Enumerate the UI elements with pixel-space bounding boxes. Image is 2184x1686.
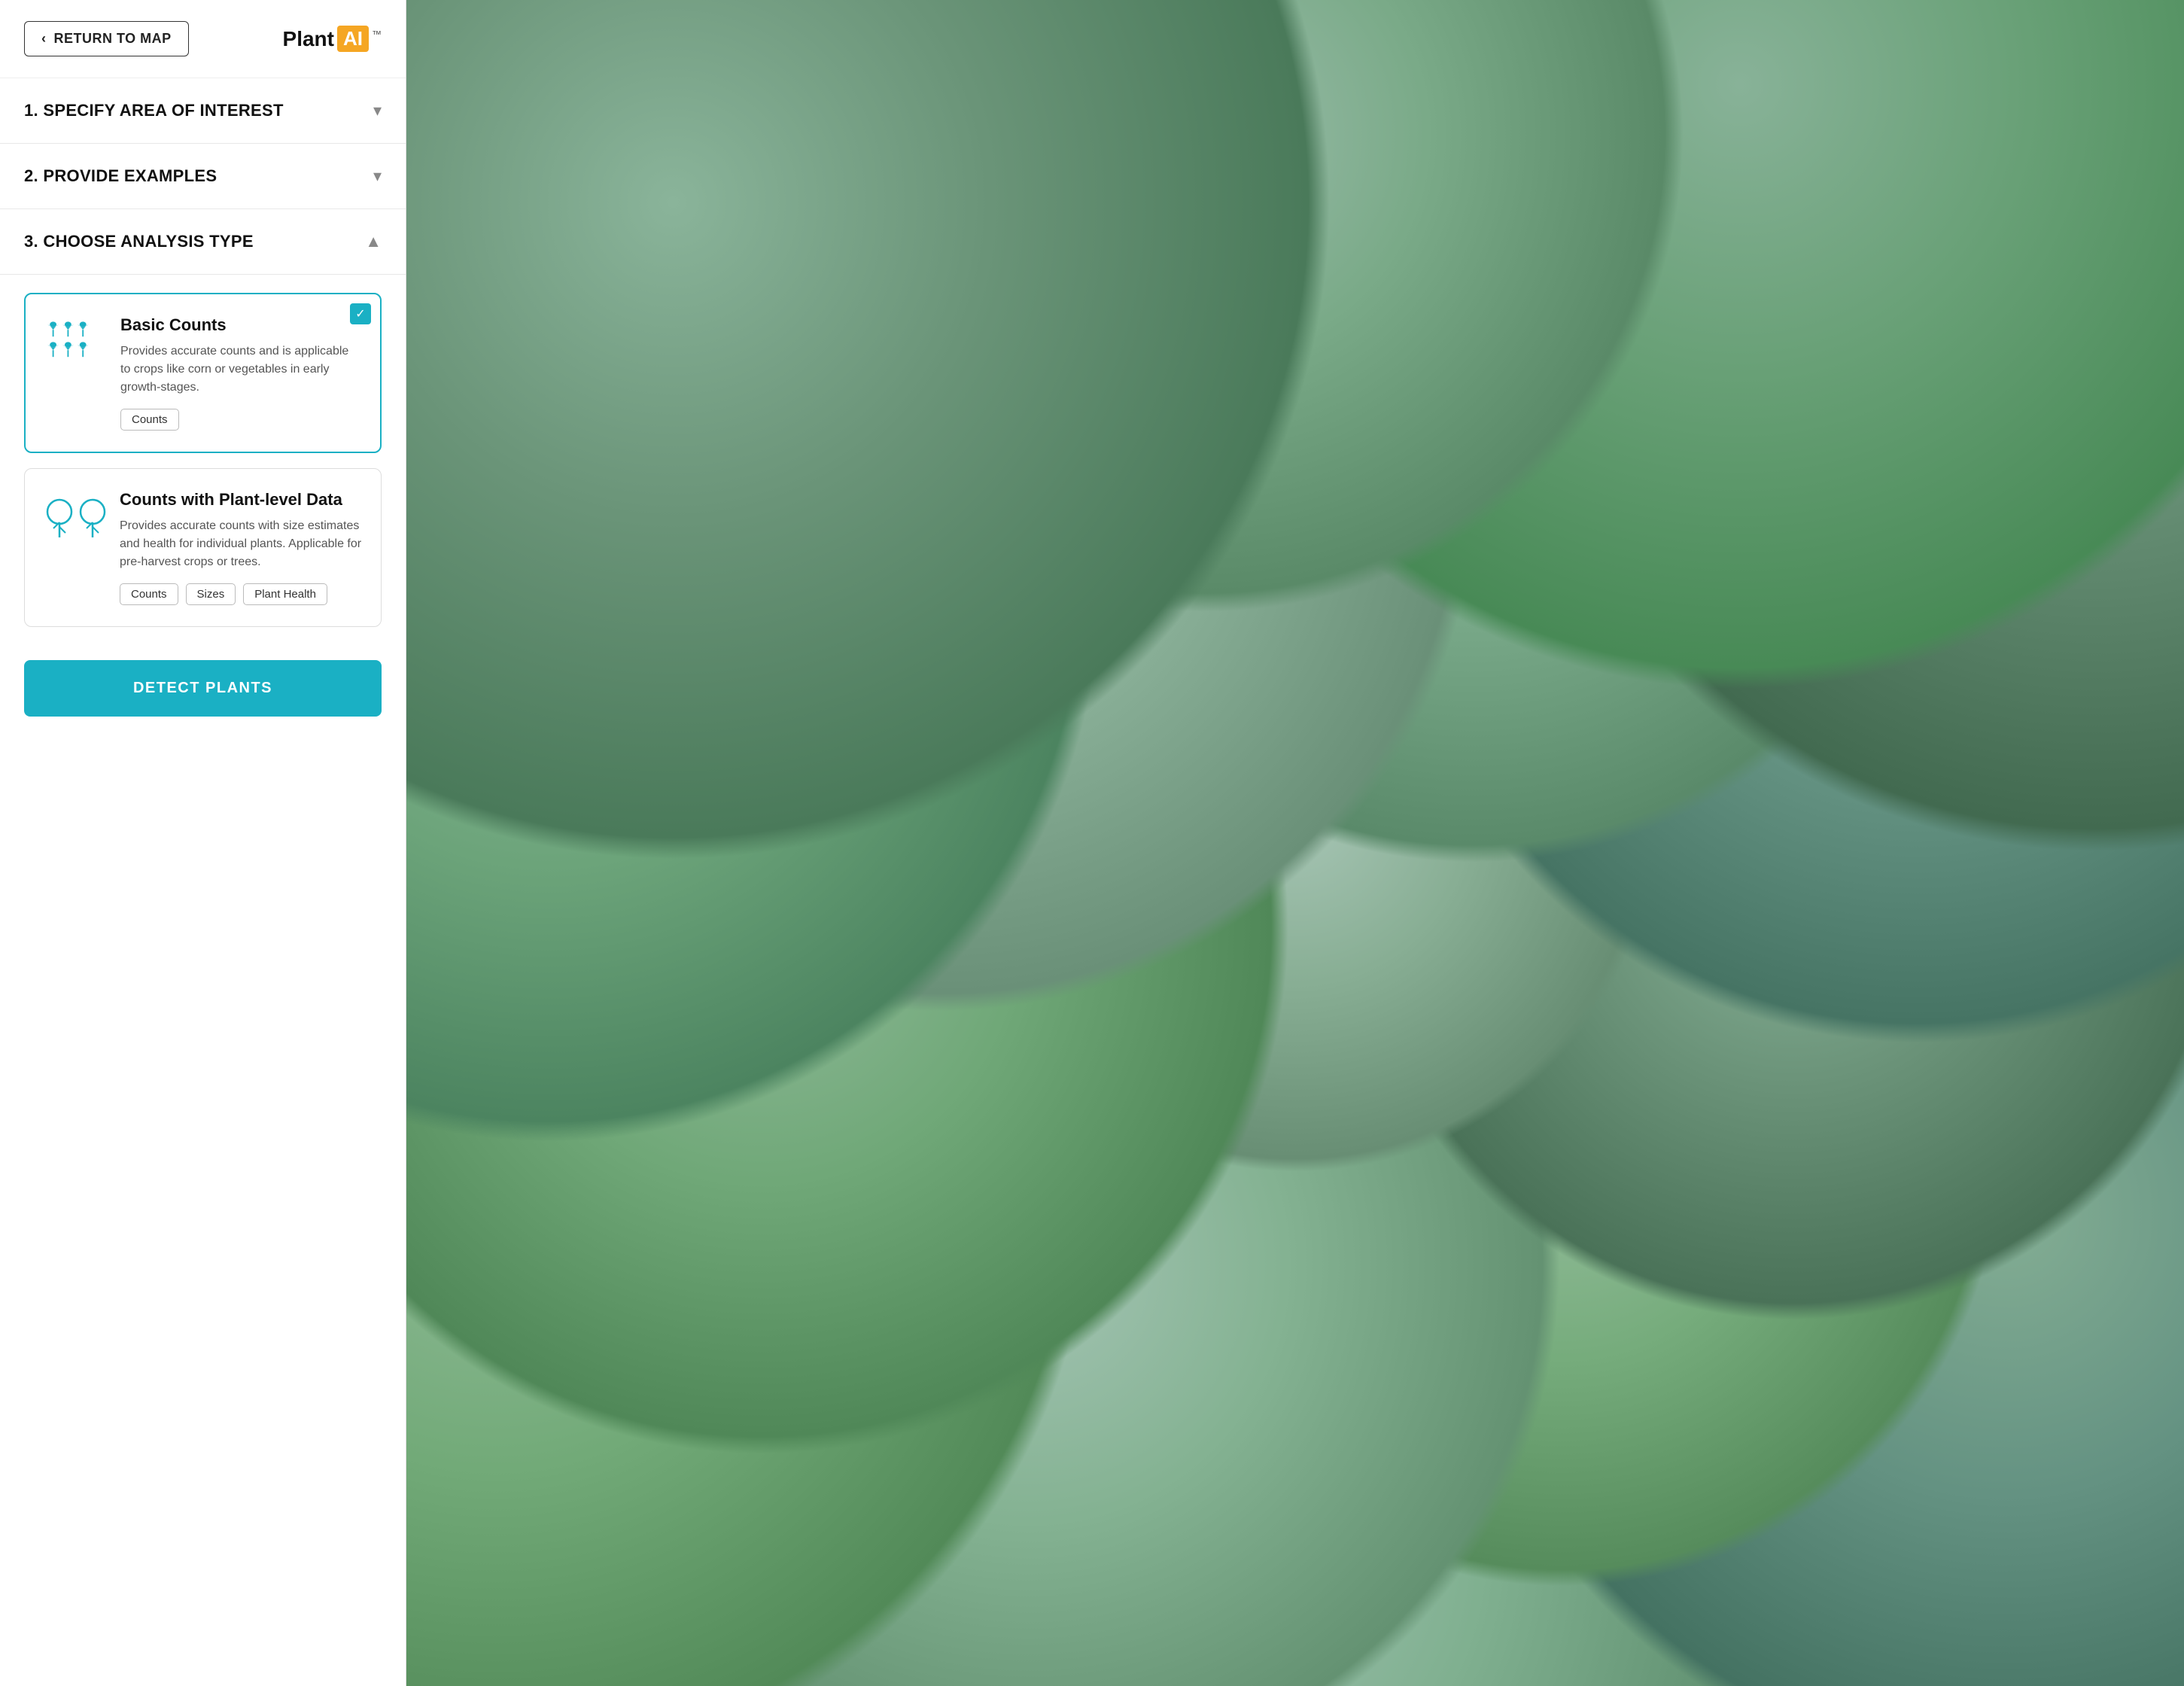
- logo: Plant AI ™: [283, 26, 382, 52]
- section-1-area-of-interest: 1. SPECIFY AREA OF INTEREST ▾: [0, 78, 406, 144]
- section-3-chevron-icon: ▲: [365, 232, 382, 251]
- return-to-map-button[interactable]: ‹ RETURN TO MAP: [24, 21, 189, 56]
- section-2-title: 2. PROVIDE EXAMPLES: [24, 166, 217, 186]
- right-panel-map: [406, 0, 2184, 1686]
- detect-plants-button[interactable]: DETECT PLANTS: [24, 660, 382, 717]
- section-2-provide-examples: 2. PROVIDE EXAMPLES ▾: [0, 144, 406, 209]
- basic-counts-description: Provides accurate counts and is applicab…: [120, 342, 362, 397]
- plant-level-tag-counts: Counts: [120, 583, 178, 605]
- basic-counts-tags: Counts: [120, 409, 362, 431]
- header: ‹ RETURN TO MAP Plant AI ™: [0, 0, 406, 78]
- plant-level-title: Counts with Plant-level Data: [120, 490, 363, 510]
- analysis-options: ✓: [0, 275, 406, 642]
- logo-ai-box: AI: [337, 26, 369, 52]
- plant-level-tag-sizes: Sizes: [186, 583, 236, 605]
- plant-level-description: Provides accurate counts with size estim…: [120, 517, 363, 571]
- plant-level-tag-plant-health: Plant Health: [243, 583, 327, 605]
- section-1-chevron-icon: ▾: [373, 101, 382, 120]
- basic-counts-card[interactable]: ✓: [24, 293, 382, 453]
- section-1-title: 1. SPECIFY AREA OF INTEREST: [24, 101, 284, 120]
- section-3-choose-analysis: 3. CHOOSE ANALYSIS TYPE ▲: [0, 209, 406, 275]
- section-2-header[interactable]: 2. PROVIDE EXAMPLES ▾: [24, 166, 382, 186]
- section-1-header[interactable]: 1. SPECIFY AREA OF INTEREST ▾: [24, 101, 382, 120]
- section-3-title: 3. CHOOSE ANALYSIS TYPE: [24, 232, 254, 251]
- section-3-header[interactable]: 3. CHOOSE ANALYSIS TYPE ▲: [24, 232, 382, 251]
- basic-counts-icon: [44, 315, 104, 364]
- return-label: RETURN TO MAP: [54, 31, 172, 47]
- plant-level-icon: [43, 490, 103, 546]
- plant-image: [406, 0, 2184, 1686]
- logo-trademark: ™: [372, 29, 382, 40]
- left-panel: ‹ RETURN TO MAP Plant AI ™ 1. SPECIFY AR…: [0, 0, 406, 1686]
- plant-level-card[interactable]: Counts with Plant-level Data Provides ac…: [24, 468, 382, 627]
- plant-level-body: Counts with Plant-level Data Provides ac…: [120, 490, 363, 605]
- section-2-chevron-icon: ▾: [373, 166, 382, 186]
- basic-counts-body: Basic Counts Provides accurate counts an…: [120, 315, 362, 431]
- logo-plant-text: Plant: [283, 27, 334, 51]
- basic-counts-title: Basic Counts: [120, 315, 362, 335]
- plant-level-tags: Counts Sizes Plant Health: [120, 583, 363, 605]
- cabbage-background: [406, 0, 2184, 1686]
- selected-checkmark: ✓: [350, 303, 371, 324]
- chevron-left-icon: ‹: [41, 31, 47, 47]
- basic-counts-tag-counts: Counts: [120, 409, 179, 431]
